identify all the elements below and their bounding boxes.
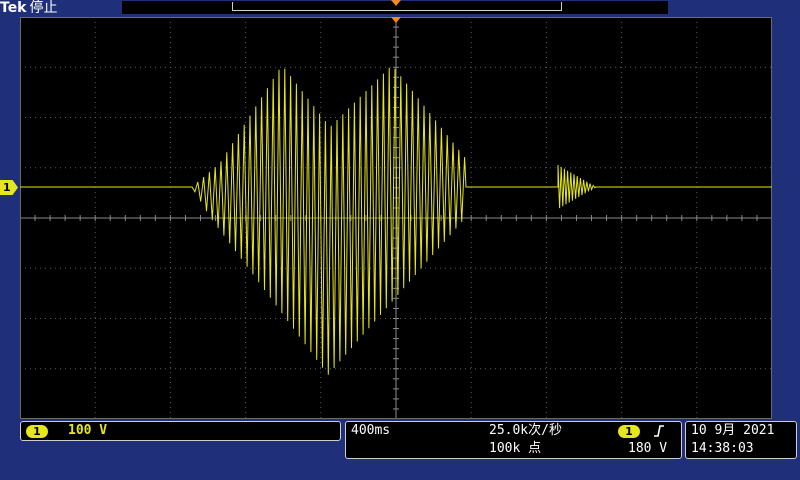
time-display: 14:38:03	[691, 441, 754, 456]
trigger-position-marker-icon	[391, 17, 401, 23]
graticule-grid	[19, 16, 773, 419]
trigger-level: 180 V	[628, 441, 668, 456]
trigger-position-icon	[391, 0, 401, 6]
horizontal-trigger-panel[interactable]: 400ms 25.0k次/秒 100k 点 1 180 V	[345, 421, 682, 459]
brand-area: Tek 停止	[0, 0, 58, 17]
sample-rate: 25.0k次/秒	[489, 423, 562, 438]
date-time-panel: 10 9月 2021 14:38:03	[685, 421, 797, 459]
channel-scale-panel[interactable]: 1 100 V	[20, 421, 341, 441]
channel-badge: 1	[26, 425, 48, 438]
time-per-division: 400ms	[351, 423, 391, 438]
date-display: 10 9月 2021	[691, 423, 775, 438]
top-status-bar: Tek 停止	[0, 0, 800, 17]
trigger-source-badge: 1	[618, 425, 640, 438]
channel-1-marker-label: 1	[3, 181, 11, 194]
rising-edge-icon	[654, 425, 664, 437]
vertical-scale: 100 V	[68, 423, 108, 438]
graticule-and-waveform	[19, 16, 773, 419]
waveform-display[interactable]	[19, 16, 773, 419]
brand-logo: Tek	[0, 0, 27, 16]
record-length: 100k 点	[489, 441, 542, 456]
acquisition-state: 停止	[29, 0, 58, 16]
channel-1-ground-marker[interactable]: 1	[0, 180, 18, 195]
